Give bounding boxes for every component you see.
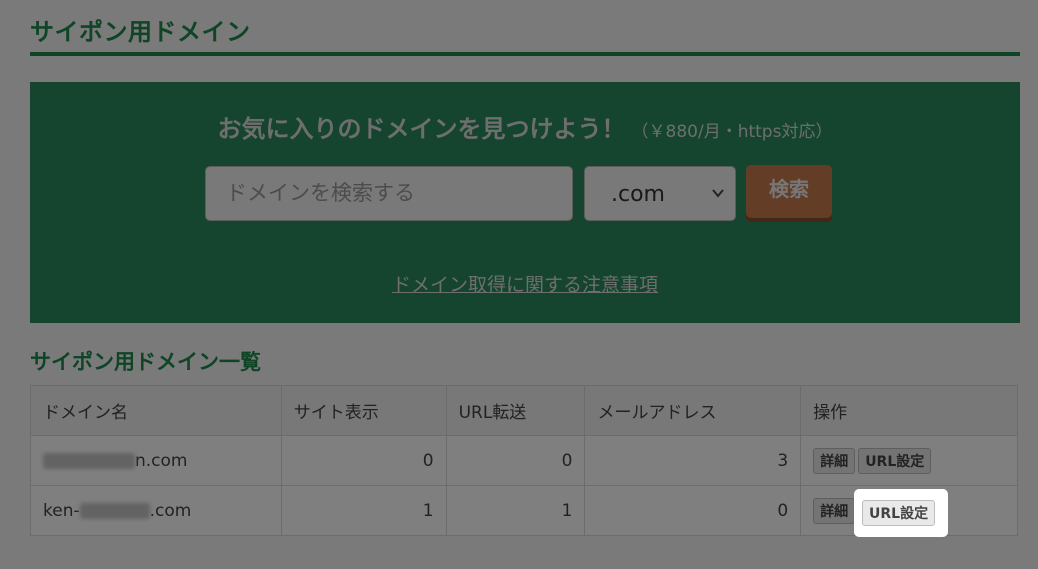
- detail-button[interactable]: 詳細: [813, 447, 856, 474]
- title-divider: [30, 52, 1020, 56]
- redacted-blur: [43, 452, 135, 469]
- table-row: n.com 0 0 3 詳細 URL設定: [30, 435, 1018, 486]
- domain-suffix: n.com: [135, 450, 188, 471]
- mail-count: 0: [584, 485, 802, 536]
- site-display-count: 1: [280, 485, 447, 536]
- search-headline-price: （￥880/月・https対応）: [631, 122, 833, 142]
- domain-cell: n.com: [30, 435, 282, 486]
- search-headline: お気に入りのドメインを見つけよう！ （￥880/月・https対応）: [30, 109, 1020, 144]
- url-forward-count: 0: [445, 435, 586, 486]
- domain-notice-link[interactable]: ドメイン取得に関する注意事項: [30, 270, 1020, 297]
- site-display-count: 0: [280, 435, 447, 486]
- mail-count: 3: [584, 435, 802, 486]
- url-setting-button-highlighted[interactable]: URL設定: [862, 500, 936, 526]
- column-header-actions: 操作: [800, 385, 1018, 436]
- domain-list-title: サイポン用ドメイン一覧: [30, 350, 261, 374]
- detail-button[interactable]: 詳細: [813, 497, 856, 524]
- column-header-site-display: サイト表示: [280, 385, 447, 436]
- url-setting-button[interactable]: URL設定: [858, 447, 932, 474]
- domain-search-panel: お気に入りのドメインを見つけよう！ （￥880/月・https対応） ドメインを検…: [30, 82, 1020, 323]
- domain-search-input[interactable]: ドメインを検索する: [205, 166, 573, 221]
- url-forward-count: 1: [445, 485, 586, 536]
- search-button[interactable]: 検索: [746, 165, 832, 218]
- search-headline-main: お気に入りのドメインを見つけよう！: [217, 115, 626, 143]
- tld-select[interactable]: .com: [584, 166, 736, 221]
- chevron-down-icon: [712, 189, 724, 198]
- actions-cell: 詳細URL設定: [800, 435, 1018, 486]
- domain-prefix: ken-: [43, 500, 80, 521]
- column-header-mail: メールアドレス: [584, 385, 802, 436]
- highlight-spotlight: URL設定: [854, 489, 948, 537]
- page-title: サイポン用ドメイン: [30, 18, 251, 46]
- column-header-url-forward: URL転送: [445, 385, 586, 436]
- domain-cell: ken- .com: [30, 485, 282, 536]
- redacted-blur: [79, 502, 150, 519]
- tld-select-value: .com: [611, 182, 665, 207]
- table-header-row: ドメイン名 サイト表示 URL転送 メールアドレス 操作: [30, 385, 1018, 436]
- column-header-domain: ドメイン名: [30, 385, 282, 436]
- domain-suffix: .com: [149, 500, 192, 521]
